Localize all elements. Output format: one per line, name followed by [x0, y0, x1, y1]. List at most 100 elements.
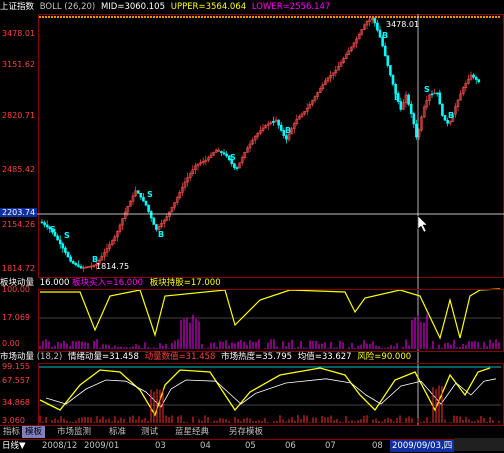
- boll-upper-dot: [182, 15, 186, 19]
- boll-upper-dot: [314, 15, 318, 19]
- boll-upper-dot: [389, 15, 393, 19]
- boll-upper-dot: [242, 15, 246, 19]
- candle: [139, 193, 143, 198]
- boll-upper-dot: [209, 15, 213, 19]
- tab-standard[interactable]: 标准: [106, 426, 129, 438]
- boll-upper-dot: [365, 15, 369, 19]
- boll-upper-dot: [176, 15, 180, 19]
- boll-upper-dot: [443, 15, 447, 19]
- candle: [438, 92, 442, 105]
- boll-upper-dot: [191, 15, 195, 19]
- signal-marker: S: [230, 153, 236, 162]
- boll-upper-dot: [275, 15, 279, 19]
- candle: [441, 103, 444, 116]
- signal-marker: S: [50, 225, 56, 234]
- boll-upper-dot: [221, 15, 225, 19]
- candle: [142, 196, 145, 202]
- candle: [409, 103, 413, 114]
- boll-upper-dot: [311, 15, 315, 19]
- candle: [443, 115, 447, 121]
- boll-upper-dot: [98, 15, 102, 19]
- tab-indicator[interactable]: 指标: [0, 426, 23, 438]
- period-selector[interactable]: 日线▼: [2, 440, 26, 452]
- boll-upper-dot: [83, 15, 87, 19]
- boll-upper-dot: [185, 15, 189, 19]
- boll-upper-dot: [266, 15, 270, 19]
- candle: [144, 200, 148, 206]
- boll-upper-dot: [380, 15, 384, 19]
- cross-value-label: 2203.74: [0, 208, 38, 217]
- candle: [71, 261, 75, 264]
- boll-upper-dot: [71, 15, 75, 19]
- boll-upper-dot: [326, 15, 330, 19]
- candle: [220, 151, 223, 153]
- boll-upper-dot: [278, 15, 282, 19]
- candle: [136, 190, 140, 194]
- axis-label: 34.868: [2, 398, 30, 407]
- boll-upper-dot: [224, 15, 228, 19]
- boll-upper-dot: [470, 15, 474, 19]
- boll-upper-dot: [158, 15, 162, 19]
- boll-upper-dot: [38, 15, 42, 19]
- horizontal-scrollbar[interactable]: [454, 438, 504, 451]
- boll-upper-dot: [296, 15, 300, 19]
- boll-upper-dot: [254, 15, 258, 19]
- panel3-title[interactable]: 市场动量: [0, 352, 34, 362]
- boll-upper-dot: [164, 15, 168, 19]
- boll-upper-dot: [74, 15, 78, 19]
- tab-classic[interactable]: 蓝星经典: [172, 426, 212, 438]
- candle: [43, 222, 46, 226]
- boll-upper-dot: [317, 15, 321, 19]
- candle: [386, 55, 390, 66]
- tab-market-monitor[interactable]: 市场监测: [54, 426, 94, 438]
- boll-upper-dot: [464, 15, 468, 19]
- boll-upper-dot: [248, 15, 252, 19]
- candle: [389, 65, 392, 76]
- candle: [222, 152, 226, 155]
- boll-upper-dot: [491, 15, 495, 19]
- candle: [74, 263, 78, 266]
- panel3-value2: 动量数值=31.458: [144, 352, 216, 362]
- boll-upper-dot: [467, 15, 471, 19]
- panel3-value5: 风险=90.000: [357, 352, 412, 362]
- chevron-down-icon: ▼: [19, 441, 26, 451]
- boll-upper-dot: [362, 15, 366, 19]
- boll-upper-dot: [452, 15, 456, 19]
- boll-upper-dot: [374, 15, 378, 19]
- candle: [225, 153, 228, 157]
- period-label: 日线: [2, 441, 20, 451]
- tab-save-template[interactable]: 另存模板: [226, 426, 266, 438]
- boll-upper-dot: [434, 15, 438, 19]
- tab-template[interactable]: 模板: [22, 426, 46, 438]
- mouse-cursor-icon: [417, 215, 428, 233]
- candle: [399, 101, 403, 110]
- boll-upper-dot: [482, 15, 486, 19]
- boll-upper-dot: [269, 15, 273, 19]
- candle: [66, 252, 70, 258]
- candle: [149, 211, 153, 219]
- date-label: 2008/12: [42, 441, 78, 451]
- boll-upper-dot: [476, 15, 480, 19]
- boll-upper-dot: [398, 15, 402, 19]
- boll-upper-dot: [101, 15, 105, 19]
- boll-upper-dot: [383, 15, 387, 19]
- boll-upper-dot: [257, 15, 261, 19]
- boll-upper-dot: [395, 15, 399, 19]
- boll-upper-dot: [344, 15, 348, 19]
- boll-upper-dot: [230, 15, 234, 19]
- boll-upper-dot: [140, 15, 144, 19]
- candle: [77, 264, 80, 267]
- candle: [155, 224, 158, 230]
- boll-upper-dot: [359, 15, 363, 19]
- tab-test[interactable]: 测试: [138, 426, 161, 438]
- boll-upper-dot: [119, 15, 123, 19]
- boll-upper-dot: [350, 15, 354, 19]
- boll-upper-dot: [305, 15, 309, 19]
- boll-upper-dot: [425, 15, 429, 19]
- candle: [430, 93, 434, 96]
- boll-upper-dot: [479, 15, 483, 19]
- axis-label: 3151.62: [2, 60, 36, 69]
- boll-upper-dot: [293, 15, 297, 19]
- axis-label: 2485.42: [2, 165, 36, 174]
- boll-upper-dot: [68, 15, 72, 19]
